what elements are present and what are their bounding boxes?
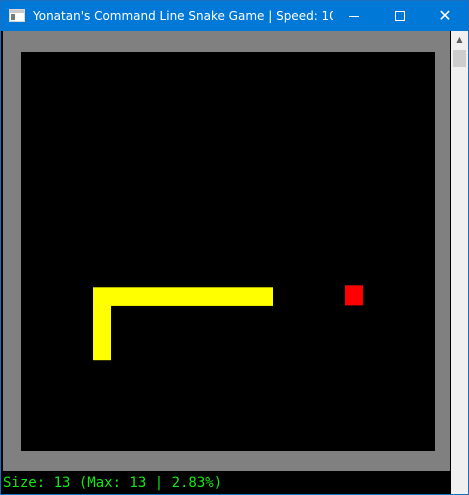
score-status-line: Size: 13 (Max: 13 | 2.83%) bbox=[3, 475, 223, 491]
snake-segment bbox=[219, 287, 237, 306]
game-border-wall bbox=[3, 31, 450, 471]
maximize-icon bbox=[395, 11, 405, 21]
snake-segment bbox=[183, 287, 201, 306]
snake-segment bbox=[93, 341, 111, 361]
vertical-scrollbar[interactable]: ▲ bbox=[451, 31, 468, 494]
window-title: Yonatan's Command Line Snake Game | Spee… bbox=[33, 9, 333, 23]
snake-segment bbox=[255, 287, 273, 306]
scroll-up-arrow-icon[interactable]: ▲ bbox=[451, 31, 468, 48]
snake-segment bbox=[237, 287, 255, 306]
minimize-button[interactable] bbox=[331, 1, 377, 31]
console-window: Yonatan's Command Line Snake Game | Spee… bbox=[0, 0, 469, 495]
console-app-icon[interactable] bbox=[9, 9, 25, 22]
console-area: Size: 13 (Max: 13 | 2.83%) bbox=[1, 31, 451, 494]
snake-segment bbox=[111, 287, 129, 306]
close-button[interactable]: ✕ bbox=[422, 1, 468, 31]
minimize-icon bbox=[349, 15, 359, 17]
maximize-button[interactable] bbox=[377, 1, 423, 31]
food-pellet bbox=[345, 285, 363, 306]
game-board-canvas bbox=[93, 285, 363, 361]
snake-segment bbox=[129, 287, 147, 306]
close-icon: ✕ bbox=[438, 6, 452, 25]
title-bar[interactable]: Yonatan's Command Line Snake Game | Spee… bbox=[1, 1, 468, 31]
game-board bbox=[21, 52, 435, 451]
snake-segment bbox=[201, 287, 219, 306]
snake-segment bbox=[93, 305, 111, 324]
snake-segment bbox=[93, 323, 111, 343]
snake-segment bbox=[165, 287, 183, 306]
snake-segment bbox=[93, 287, 111, 306]
scrollbar-thumb[interactable] bbox=[453, 50, 466, 67]
snake-segment bbox=[147, 287, 165, 306]
